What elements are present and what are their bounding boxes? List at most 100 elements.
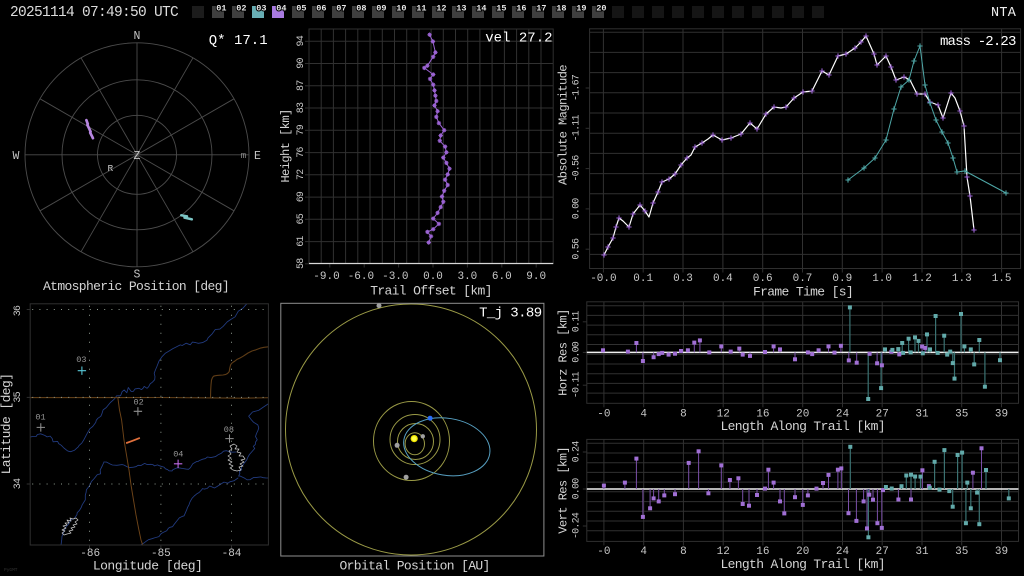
svg-text:Longitude [deg]: Longitude [deg] bbox=[93, 558, 203, 573]
svg-text:PyGMT: PyGMT bbox=[4, 567, 18, 573]
svg-text:9.0: 9.0 bbox=[526, 271, 546, 283]
svg-text:Latitude [deg]: Latitude [deg] bbox=[0, 374, 14, 475]
svg-text:35: 35 bbox=[13, 391, 24, 402]
svg-text:20251114 07:49:50 UTC: 20251114 07:49:50 UTC bbox=[10, 5, 179, 21]
svg-text:Trail Offset [km]: Trail Offset [km] bbox=[370, 284, 492, 299]
svg-text:-0: -0 bbox=[597, 546, 610, 558]
svg-text:Z: Z bbox=[134, 150, 141, 163]
svg-text:-3.0: -3.0 bbox=[382, 271, 408, 283]
svg-text:14: 14 bbox=[476, 4, 486, 14]
svg-text:76: 76 bbox=[296, 147, 307, 158]
svg-text:0.6: 0.6 bbox=[753, 273, 773, 285]
svg-text:Vert Res [km]: Vert Res [km] bbox=[557, 447, 571, 534]
svg-text:Orbital Position [AU]: Orbital Position [AU] bbox=[340, 558, 490, 573]
svg-text:17: 17 bbox=[536, 4, 546, 14]
svg-text:0.3: 0.3 bbox=[673, 273, 693, 285]
svg-text:58: 58 bbox=[296, 258, 307, 269]
svg-text:Q* 17.1: Q* 17.1 bbox=[209, 33, 268, 49]
svg-text:69: 69 bbox=[296, 191, 307, 202]
svg-text:35: 35 bbox=[955, 409, 968, 421]
svg-text:08: 08 bbox=[356, 4, 366, 14]
svg-text:02: 02 bbox=[236, 4, 246, 14]
svg-text:m: m bbox=[241, 151, 246, 161]
svg-text:8: 8 bbox=[680, 409, 687, 421]
svg-text:04: 04 bbox=[173, 450, 183, 460]
svg-text:Atmospheric Position [deg]: Atmospheric Position [deg] bbox=[43, 279, 229, 294]
svg-text:72: 72 bbox=[296, 169, 307, 180]
svg-text:0.7: 0.7 bbox=[793, 273, 813, 285]
svg-text:-1.67: -1.67 bbox=[572, 74, 583, 101]
svg-text:05: 05 bbox=[296, 4, 306, 14]
svg-text:-0.11: -0.11 bbox=[572, 371, 583, 398]
svg-text:01: 01 bbox=[216, 4, 226, 14]
svg-text:Frame Time [s]: Frame Time [s] bbox=[753, 285, 853, 300]
svg-text:Height [km]: Height [km] bbox=[279, 109, 293, 182]
svg-text:13: 13 bbox=[456, 4, 466, 14]
svg-text:R: R bbox=[107, 163, 113, 174]
svg-text:0.56: 0.56 bbox=[572, 238, 583, 260]
svg-text:79: 79 bbox=[296, 124, 307, 135]
svg-text:04: 04 bbox=[276, 4, 286, 14]
svg-text:87: 87 bbox=[296, 80, 307, 91]
svg-text:02: 02 bbox=[133, 398, 143, 408]
svg-text:0.9: 0.9 bbox=[832, 273, 852, 285]
svg-text:06: 06 bbox=[316, 4, 326, 14]
svg-text:0.4: 0.4 bbox=[713, 273, 733, 285]
svg-text:08: 08 bbox=[224, 425, 234, 435]
svg-text:-0: -0 bbox=[597, 409, 610, 421]
svg-text:39: 39 bbox=[995, 546, 1008, 558]
svg-text:3.0: 3.0 bbox=[457, 271, 477, 283]
svg-text:0.00: 0.00 bbox=[572, 478, 583, 500]
svg-text:-0.24: -0.24 bbox=[572, 512, 583, 539]
svg-text:6.0: 6.0 bbox=[492, 271, 512, 283]
svg-text:12: 12 bbox=[436, 4, 446, 14]
svg-text:20: 20 bbox=[596, 4, 606, 14]
svg-text:03: 03 bbox=[256, 4, 266, 14]
svg-text:-0.56: -0.56 bbox=[572, 155, 583, 182]
svg-text:31: 31 bbox=[915, 409, 929, 421]
svg-text:1.2: 1.2 bbox=[912, 273, 932, 285]
svg-text:0.00: 0.00 bbox=[572, 198, 583, 220]
svg-text:-84: -84 bbox=[222, 548, 242, 560]
svg-text:39: 39 bbox=[995, 409, 1008, 421]
svg-text:0.0: 0.0 bbox=[423, 271, 443, 283]
svg-text:Length Along Trail [km]: Length Along Trail [km] bbox=[720, 557, 884, 572]
svg-text:-9.0: -9.0 bbox=[313, 271, 339, 283]
svg-text:NTA: NTA bbox=[991, 6, 1017, 21]
svg-text:07: 07 bbox=[336, 4, 346, 14]
svg-text:T_j 3.89: T_j 3.89 bbox=[479, 306, 542, 322]
svg-text:90: 90 bbox=[296, 58, 307, 69]
svg-text:1.3: 1.3 bbox=[952, 273, 972, 285]
svg-text:31: 31 bbox=[915, 546, 929, 558]
svg-text:03: 03 bbox=[76, 355, 86, 365]
svg-text:-6.0: -6.0 bbox=[348, 271, 374, 283]
svg-text:0.1: 0.1 bbox=[633, 273, 653, 285]
svg-text:Length Along Trail [km]: Length Along Trail [km] bbox=[720, 419, 884, 434]
svg-text:-0.0: -0.0 bbox=[590, 273, 616, 285]
svg-text:61: 61 bbox=[296, 236, 307, 247]
svg-text:36: 36 bbox=[13, 305, 24, 316]
svg-text:8: 8 bbox=[680, 546, 687, 558]
svg-text:0.24: 0.24 bbox=[572, 441, 583, 463]
svg-text:Absolute Magnitude: Absolute Magnitude bbox=[557, 65, 571, 185]
svg-text:09: 09 bbox=[376, 4, 386, 14]
svg-text:18: 18 bbox=[556, 4, 566, 14]
svg-text:4: 4 bbox=[640, 546, 647, 558]
svg-text:mass -2.23: mass -2.23 bbox=[940, 34, 1016, 50]
svg-text:vel 27.2: vel 27.2 bbox=[485, 31, 552, 47]
svg-text:65: 65 bbox=[296, 213, 307, 224]
svg-text:15: 15 bbox=[496, 4, 506, 14]
svg-text:94: 94 bbox=[296, 35, 307, 46]
svg-text:1.5: 1.5 bbox=[992, 273, 1012, 285]
svg-text:11: 11 bbox=[416, 4, 426, 14]
svg-text:0.11: 0.11 bbox=[572, 311, 583, 333]
svg-text:-1.11: -1.11 bbox=[572, 115, 583, 142]
svg-text:16: 16 bbox=[516, 4, 526, 14]
svg-text:W: W bbox=[13, 150, 20, 163]
svg-text:0.00: 0.00 bbox=[572, 341, 583, 363]
svg-text:10: 10 bbox=[396, 4, 406, 14]
svg-text:19: 19 bbox=[576, 4, 586, 14]
svg-text:83: 83 bbox=[296, 102, 307, 113]
svg-text:01: 01 bbox=[35, 413, 45, 423]
svg-text:4: 4 bbox=[640, 409, 647, 421]
